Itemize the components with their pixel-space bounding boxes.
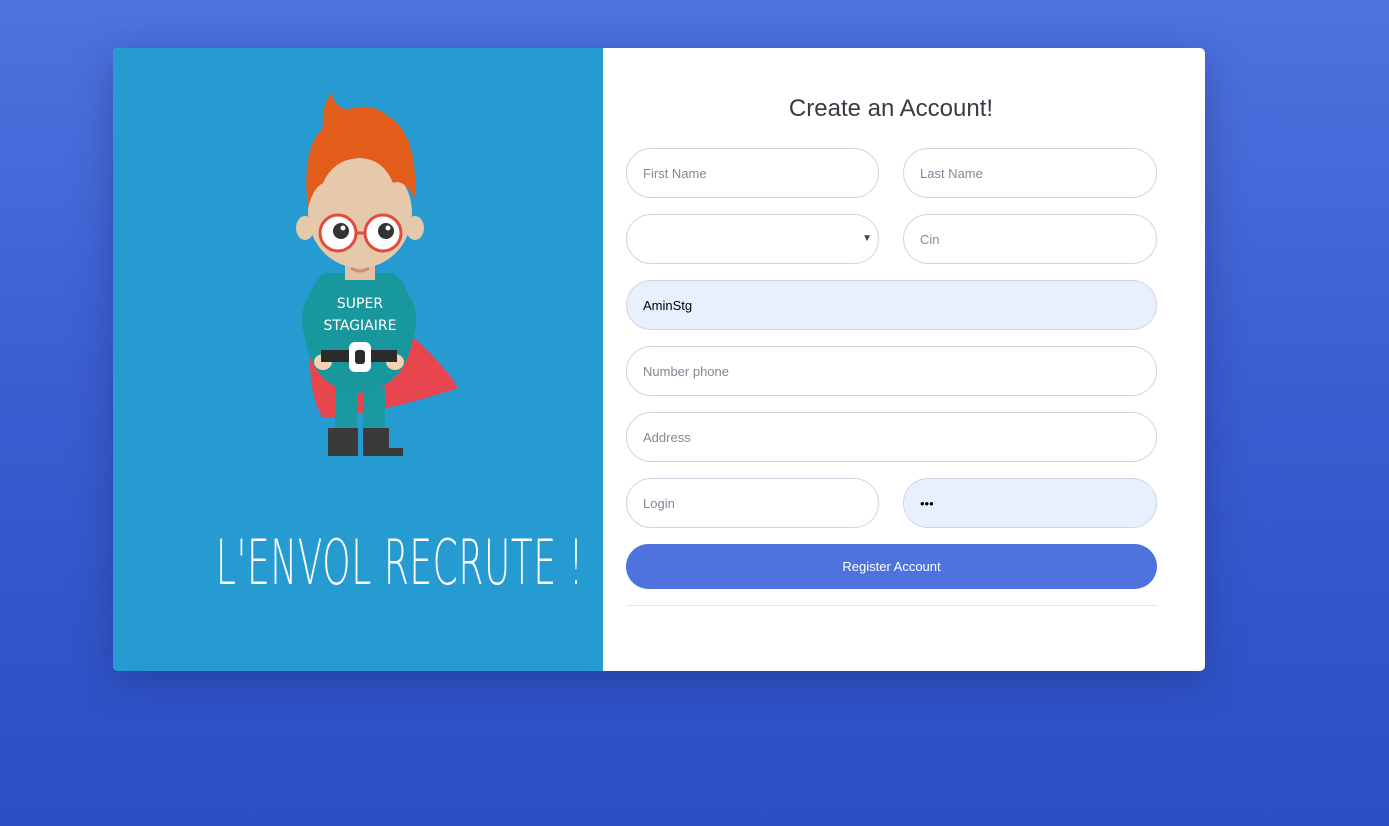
form-panel: Create an Account! First Name Last Name … (603, 48, 1205, 671)
register-account-label: Register Account (842, 559, 941, 574)
address-field[interactable]: Address (626, 412, 1157, 462)
last-name-placeholder: Last Name (920, 165, 983, 181)
register-card: SUPER STAGIAIRE L'ENVOL RECRUTE ! Create… (113, 48, 1205, 671)
type-select[interactable]: ▼ (626, 214, 879, 264)
last-name-field[interactable]: Last Name (903, 148, 1157, 198)
username-field[interactable]: AminStg (626, 280, 1157, 330)
super-intern-illustration: SUPER STAGIAIRE (296, 93, 458, 456)
login-field[interactable]: Login (626, 478, 879, 528)
password-value: ••• (920, 495, 934, 511)
cin-placeholder: Cin (920, 231, 940, 247)
page-title: Create an Account! (788, 95, 994, 122)
password-field[interactable]: ••• (903, 478, 1157, 528)
phone-field[interactable]: Number phone (626, 346, 1157, 396)
first-name-field[interactable]: First Name (626, 148, 879, 198)
chevron-down-icon: ▼ (862, 233, 872, 244)
slogan-text: L'ENVOL RECRUTE ! (215, 526, 584, 599)
phone-placeholder: Number phone (643, 363, 729, 379)
register-account-button[interactable]: Register Account (626, 544, 1157, 589)
login-placeholder: Login (643, 495, 675, 511)
form-divider (626, 605, 1158, 606)
first-name-placeholder: First Name (643, 165, 707, 181)
hero-panel: SUPER STAGIAIRE L'ENVOL RECRUTE ! (113, 48, 603, 671)
shirt-text-stagiaire: STAGIAIRE (324, 318, 397, 334)
username-value: AminStg (643, 297, 693, 313)
shirt-text-super: SUPER (337, 296, 383, 312)
cin-field[interactable]: Cin (903, 214, 1157, 264)
address-placeholder: Address (643, 429, 691, 445)
